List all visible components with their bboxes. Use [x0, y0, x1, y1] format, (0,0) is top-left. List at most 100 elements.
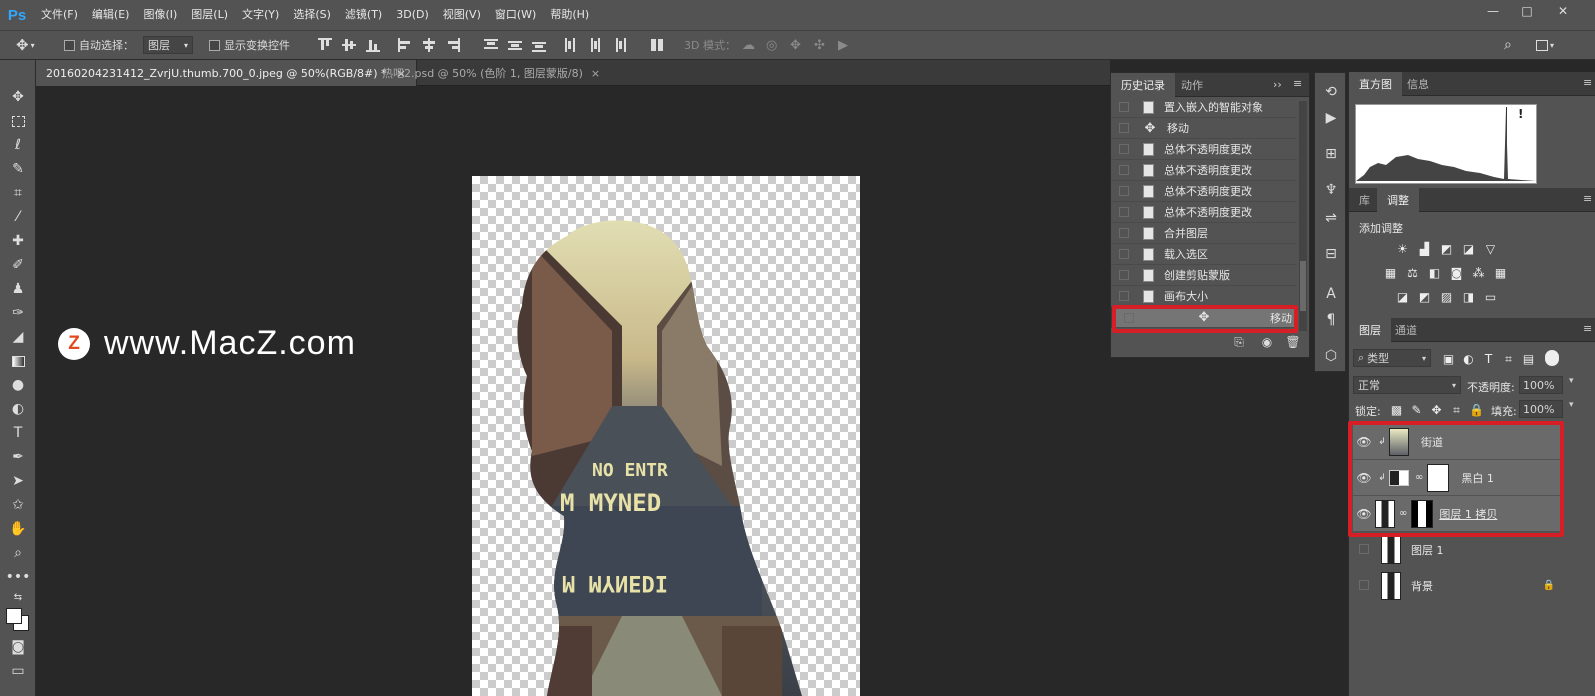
photo-filter-icon[interactable]: ◙ [1449, 266, 1464, 280]
color-swatches[interactable] [4, 606, 32, 632]
hue-saturation-icon[interactable]: ▦ [1383, 266, 1398, 280]
gradient-tool-icon[interactable] [6, 350, 30, 372]
history-brush-source-toggle[interactable] [1119, 165, 1129, 175]
lock-artboard-icon[interactable]: ⌗ [1449, 403, 1464, 417]
lock-transparent-icon[interactable]: ▩ [1389, 403, 1404, 417]
scroll-thumb[interactable] [1300, 261, 1306, 311]
tab-document-2[interactable]: 热吧2.psd @ 50% (色阶 1, 图层蒙版/8) × [372, 60, 610, 86]
lock-pixels-icon[interactable]: ✎ [1409, 403, 1424, 417]
more-tools-icon[interactable]: ••• [6, 566, 31, 588]
type-tool-icon[interactable]: T [6, 422, 30, 444]
layer-name[interactable]: 背景 [1411, 578, 1433, 594]
levels-icon[interactable]: ▟ [1417, 242, 1432, 256]
selective-color-icon[interactable]: ◨ [1461, 290, 1476, 304]
distribute-hcenter-icon[interactable] [588, 38, 602, 52]
history-item[interactable]: 载入选区 [1111, 244, 1297, 265]
curves-icon[interactable]: ◩ [1439, 242, 1454, 256]
color-lookup-icon[interactable]: ▦ [1493, 266, 1508, 280]
maximize-button[interactable]: □ [1512, 0, 1542, 22]
history-item[interactable]: ✥ 移动 [1111, 118, 1297, 139]
quick-mask-icon[interactable]: ◙ [6, 636, 30, 658]
filter-smart-object-icon[interactable]: ▤ [1521, 352, 1536, 366]
crop-tool-icon[interactable]: ⌗ [6, 182, 30, 204]
align-vcenter-icon[interactable] [342, 38, 356, 52]
history-brush-source-toggle[interactable] [1119, 249, 1129, 259]
pen-tool-icon[interactable]: ✒ [6, 446, 30, 468]
new-snapshot-camera-icon[interactable]: ◉ [1259, 335, 1275, 349]
fill-field[interactable]: 100% [1519, 400, 1563, 418]
threshold-icon[interactable]: ▨ [1439, 290, 1454, 304]
panel-menu-icon[interactable]: ≡ [1583, 322, 1592, 335]
visibility-toggle[interactable] [1353, 579, 1375, 593]
filter-type-icon[interactable]: T [1481, 352, 1496, 366]
exposure-icon[interactable]: ◪ [1461, 242, 1476, 256]
fill-dropdown-icon[interactable]: ▾ [1569, 400, 1574, 410]
clone-stamp-tool-icon[interactable]: ♟ [6, 278, 30, 300]
history-brush-source-toggle[interactable] [1119, 291, 1129, 301]
menu-edit[interactable]: 编辑(E) [85, 0, 137, 30]
distribute-vcenter-icon[interactable] [508, 38, 522, 52]
3d-scale-icon[interactable]: ▶ [838, 31, 848, 59]
hand-tool-icon[interactable]: ✋ [6, 518, 30, 540]
align-hcenter-icon[interactable] [422, 38, 436, 52]
channel-mixer-icon[interactable]: ⁂ [1471, 266, 1486, 280]
blend-mode-dropdown[interactable]: 正常 ▾ [1353, 376, 1461, 394]
history-item[interactable]: 置入嵌入的智能对象 [1111, 97, 1297, 118]
eraser-tool-icon[interactable]: ◢ [6, 326, 30, 348]
history-item[interactable]: 创建剪贴蒙版 [1111, 265, 1297, 286]
tab-libraries[interactable]: 库 [1349, 188, 1380, 212]
search-icon[interactable]: ⌕ [1504, 31, 1512, 59]
color-balance-icon[interactable]: ⚖ [1405, 266, 1420, 280]
menu-file[interactable]: 文件(F) [34, 0, 85, 30]
auto-select-dropdown[interactable]: 图层 ▾ [143, 36, 193, 54]
lasso-tool-icon[interactable]: ℓ [6, 134, 30, 156]
filter-shape-icon[interactable]: ⌗ [1501, 352, 1516, 366]
marquee-tool-icon[interactable] [6, 110, 30, 132]
menu-select[interactable]: 选择(S) [286, 0, 338, 30]
dodge-tool-icon[interactable]: ◐ [6, 398, 30, 420]
tab-close-icon[interactable]: × [591, 67, 600, 80]
delete-state-trash-icon[interactable]: 🗑 [1285, 335, 1301, 349]
tab-histogram[interactable]: 直方图 [1349, 72, 1402, 96]
canvas-area[interactable]: NO ENTR M MYNED M MYNEDI Z www.MacZ.com [36, 86, 1110, 696]
foreground-color-swatch[interactable] [6, 608, 22, 624]
panel-menu-icon[interactable]: ≡ [1293, 77, 1302, 90]
history-scrollbar[interactable] [1299, 101, 1307, 331]
layer-thumbnail[interactable] [1381, 535, 1401, 564]
history-brush-source-toggle[interactable] [1119, 123, 1129, 133]
menu-view[interactable]: 视图(V) [436, 0, 488, 30]
3d-slide-icon[interactable]: ✣ [814, 31, 825, 59]
clone-source-panel-icon[interactable]: ⊟ [1319, 243, 1343, 265]
history-brush-source-toggle[interactable] [1119, 270, 1129, 280]
menu-layer[interactable]: 图层(L) [184, 0, 235, 30]
3d-rotate-icon[interactable]: ☁ [742, 31, 755, 59]
tab-info[interactable]: 信息 [1397, 72, 1439, 96]
3d-roll-icon[interactable]: ◎ [766, 31, 777, 59]
distribute-left-icon[interactable] [564, 38, 578, 52]
visibility-toggle[interactable] [1353, 543, 1375, 557]
brush-tool-icon[interactable]: ✐ [6, 254, 30, 276]
opacity-field[interactable]: 100% [1519, 376, 1563, 394]
align-top-icon[interactable] [318, 38, 332, 52]
history-panel-icon[interactable]: ⟲ [1319, 81, 1343, 103]
zoom-tool-icon[interactable]: ⌕ [6, 542, 30, 564]
history-item[interactable]: 总体不透明度更改 [1111, 181, 1297, 202]
show-transform-checkbox[interactable]: 显示变换控件 [209, 31, 290, 59]
layer-thumbnail[interactable] [1381, 571, 1401, 600]
history-item[interactable]: 画布大小 [1111, 286, 1297, 307]
menu-filter[interactable]: 滤镜(T) [338, 0, 389, 30]
swap-colors-icon[interactable]: ⇆ [6, 590, 30, 604]
history-brush-source-toggle[interactable] [1119, 186, 1129, 196]
menu-type[interactable]: 文字(Y) [235, 0, 286, 30]
auto-align-icon[interactable] [650, 38, 664, 52]
paragraph-panel-icon[interactable]: ¶ [1319, 309, 1343, 331]
3d-pan-icon[interactable]: ✥ [790, 31, 801, 59]
path-selection-tool-icon[interactable]: ➤ [6, 470, 30, 492]
shape-tool-icon[interactable]: ✩ [6, 494, 30, 516]
blur-tool-icon[interactable]: ● [6, 374, 30, 396]
eyedropper-tool-icon[interactable]: ⁄ [6, 206, 30, 228]
tab-channels[interactable]: 通道 [1385, 318, 1427, 342]
align-left-icon[interactable] [398, 38, 412, 52]
invert-icon[interactable]: ◪ [1395, 290, 1410, 304]
distribute-bottom-icon[interactable] [532, 38, 546, 52]
